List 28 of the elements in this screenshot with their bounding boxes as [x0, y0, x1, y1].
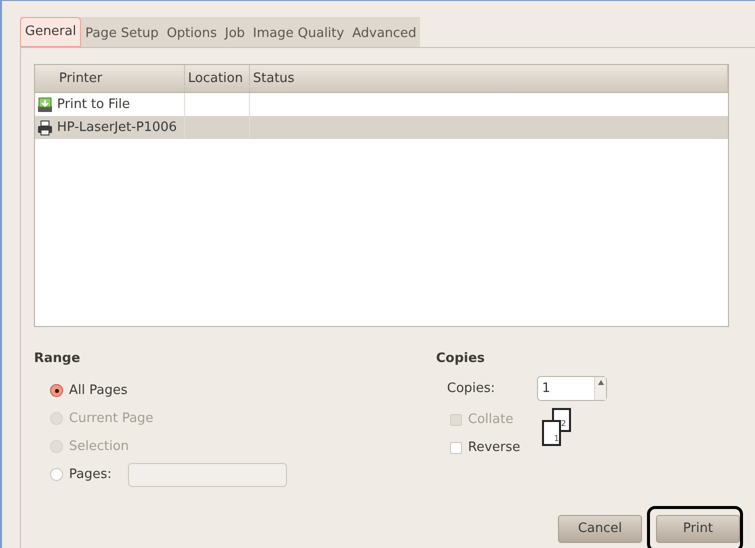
pages-field[interactable]	[128, 462, 287, 486]
copies-label: Copies:	[447, 380, 496, 398]
column-header[interactable]: Location	[188, 68, 243, 88]
tab[interactable]: Advanced	[348, 20, 420, 47]
dialog-button[interactable]: Cancel	[558, 514, 642, 542]
radio-label[interactable]: Pages:	[69, 464, 112, 484]
download-icon	[37, 96, 53, 112]
printer-icon	[37, 120, 53, 136]
radio-label[interactable]: All Pages	[69, 380, 128, 400]
up-arrow-icon	[598, 380, 604, 385]
dialog-button[interactable]: Print	[656, 514, 740, 542]
checkbox[interactable]	[450, 442, 462, 454]
tab[interactable]: Image Quality	[248, 20, 348, 47]
printer-name: HP-LaserJet-P1006	[57, 118, 177, 137]
section-title: Copies	[436, 350, 485, 368]
printer-row[interactable]: HP-LaserJet-P1006	[35, 116, 728, 139]
tab[interactable]: Page Setup	[81, 20, 163, 47]
column-header[interactable]: Printer	[59, 68, 102, 88]
radio-button[interactable]	[50, 468, 63, 481]
section-title: Range	[34, 350, 80, 368]
radio-button[interactable]	[50, 384, 63, 397]
checkbox-label[interactable]: Reverse	[468, 438, 520, 458]
tab[interactable]: General	[20, 17, 82, 47]
printer-name: Print to File	[57, 96, 130, 114]
copies-spinner[interactable]: 1	[537, 376, 607, 401]
column-header[interactable]: Status	[253, 68, 294, 88]
tab[interactable]: Options	[162, 20, 221, 47]
tab[interactable]: Job	[220, 20, 249, 47]
